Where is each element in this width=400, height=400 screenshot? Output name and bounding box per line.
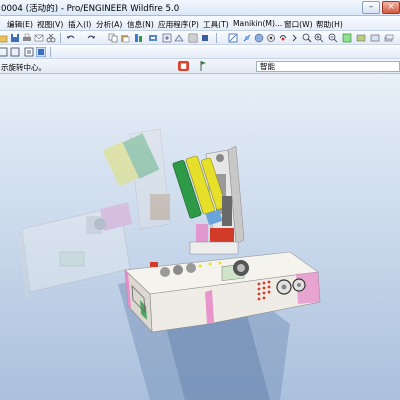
datum-plane-icon[interactable] xyxy=(228,33,238,43)
redo-icon[interactable] xyxy=(86,33,96,43)
selection-filter[interactable]: 智能 xyxy=(256,61,400,72)
view-manager-icon[interactable] xyxy=(356,33,366,43)
menu-manikin[interactable]: Manikin(M)... xyxy=(233,19,282,28)
toolbar-separator xyxy=(60,33,61,43)
toolbar-separator xyxy=(216,33,217,43)
datum-axis-icon[interactable] xyxy=(242,33,252,43)
orient-icon[interactable] xyxy=(200,33,210,43)
toolbar-separator xyxy=(50,47,51,57)
wireframe-icon[interactable] xyxy=(0,47,8,57)
copy-icon[interactable] xyxy=(108,33,118,43)
repaint-icon[interactable] xyxy=(148,33,158,43)
close-button[interactable]: × xyxy=(382,1,400,14)
model-render xyxy=(18,128,321,400)
zoom-out-icon[interactable] xyxy=(174,33,184,43)
robot-arm xyxy=(172,145,245,255)
menu-analysis[interactable]: 分析(A) xyxy=(96,19,122,30)
menu-edit[interactable]: 编辑(E) xyxy=(7,19,33,30)
menu-window[interactable]: 窗口(W) xyxy=(284,19,313,30)
spin-icon[interactable] xyxy=(290,33,300,43)
toolbar-display xyxy=(0,45,400,59)
window-title: 0004 (活动的) - Pro/ENGINEER Wildfire 5.0 xyxy=(1,4,180,14)
cut-icon[interactable] xyxy=(46,33,56,43)
menu-bar: 编辑(E) 视图(V) 插入(I) 分析(A) 信息(N) 应用程序(P) 工具… xyxy=(0,16,400,31)
menu-info[interactable]: 信息(N) xyxy=(127,19,154,30)
undo-icon[interactable] xyxy=(66,33,76,43)
stop-icon[interactable]: ■ xyxy=(178,61,189,71)
hidden-line-icon[interactable] xyxy=(10,47,20,57)
zoom-window-icon[interactable] xyxy=(302,33,312,43)
zoom-in-view-icon[interactable] xyxy=(314,33,324,43)
paste-icon[interactable] xyxy=(120,33,130,43)
no-hidden-icon[interactable] xyxy=(24,47,34,57)
menu-help[interactable]: 帮助(H) xyxy=(316,19,343,30)
csys-icon[interactable] xyxy=(266,33,276,43)
regenerate-icon[interactable] xyxy=(134,33,144,43)
zoom-in-icon[interactable] xyxy=(162,33,172,43)
save-icon[interactable] xyxy=(10,33,20,43)
open-icon[interactable] xyxy=(0,33,8,43)
refit-icon[interactable] xyxy=(188,33,198,43)
datum-point-icon[interactable] xyxy=(254,33,264,43)
print-icon[interactable] xyxy=(22,33,32,43)
message-bar: 示旋转中心。 ■ 智能 xyxy=(0,59,400,74)
menu-applications[interactable]: 应用程序(P) xyxy=(158,19,199,30)
menu-tools[interactable]: 工具(T) xyxy=(203,19,229,30)
email-icon[interactable] xyxy=(34,33,44,43)
shading-icon[interactable] xyxy=(36,47,46,57)
layers-icon[interactable] xyxy=(384,33,394,43)
base-housing xyxy=(124,251,321,333)
graphics-viewport[interactable] xyxy=(0,74,400,400)
toolbar-standard xyxy=(0,31,400,45)
saved-views-icon[interactable] xyxy=(370,33,380,43)
rotate-center-icon[interactable] xyxy=(278,33,288,43)
flag-icon[interactable] xyxy=(199,60,207,72)
status-message: 示旋转中心。 xyxy=(1,63,46,72)
title-bar: 0004 (活动的) - Pro/ENGINEER Wildfire 5.0 –… xyxy=(0,0,400,16)
zoom-out-view-icon[interactable] xyxy=(328,33,338,43)
menu-view[interactable]: 视图(V) xyxy=(37,19,63,30)
refit-view-icon[interactable] xyxy=(342,33,352,43)
menu-insert[interactable]: 插入(I) xyxy=(68,19,91,30)
minimize-button[interactable]: – xyxy=(362,1,380,14)
